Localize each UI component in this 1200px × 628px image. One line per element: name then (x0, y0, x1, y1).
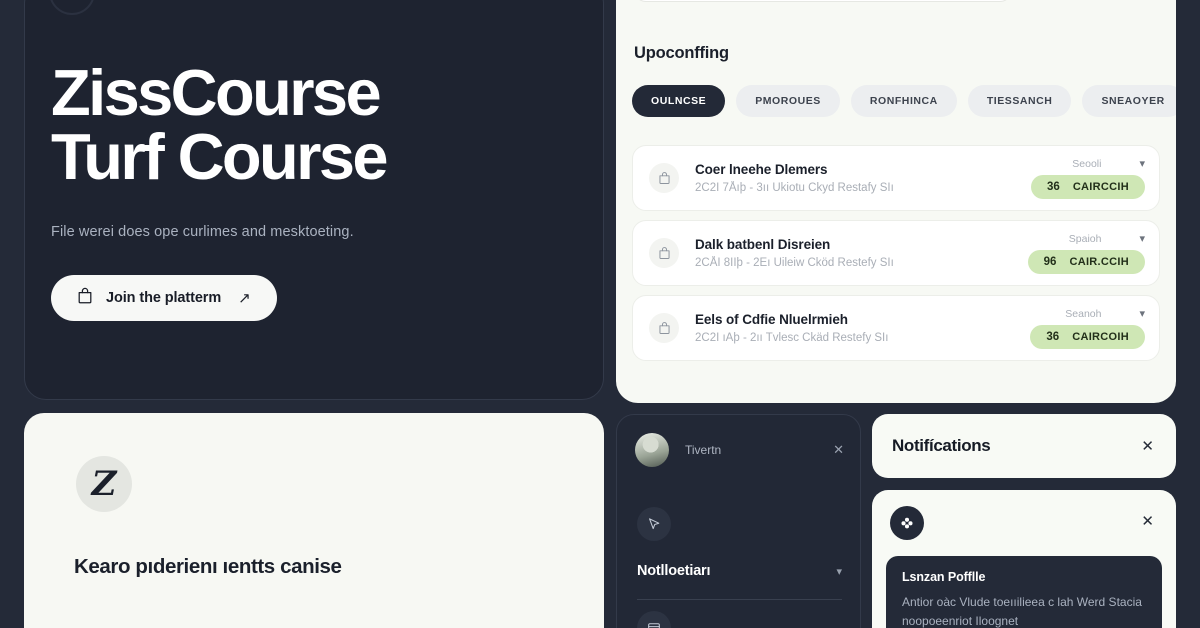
list-item[interactable]: Dalk batbenl Disreien 2CÅI 8IIþ - 2Eı Ui… (632, 220, 1160, 286)
filter-chip-2[interactable]: RONFHINCA (850, 85, 957, 117)
list-item-actions: Seooli ▾ 36 CAIRCCIH (1031, 157, 1145, 199)
list-item-status: Seooli (1072, 157, 1102, 170)
status-badge: 96 CAIR.CCIH (1027, 250, 1145, 274)
chevron-down-icon[interactable]: ▾ (1139, 307, 1145, 320)
status-badge: 36 CAIRCCIH (1031, 175, 1145, 199)
hero-title-line-2: Turf Course (51, 120, 389, 194)
filter-chip-1[interactable]: PMOROUES (736, 85, 840, 117)
status-badge-count: 36 (1046, 331, 1060, 343)
mini-panel: Tivertn ✕ Notlloetiarı ▾ (616, 414, 861, 628)
notifications-title: Notifícations (892, 436, 991, 455)
filter-chip-4[interactable]: SNEAOYER (1082, 85, 1176, 117)
close-icon[interactable]: ✕ (833, 442, 844, 458)
list-item-status: Spaioh (1068, 232, 1102, 245)
app-root: ZissCourse Turf Course File werei does o… (0, 0, 1200, 628)
list-item-text: Eels of Cdfie Nluelrmieh 2C2I ıAþ - 2ıı … (695, 312, 1030, 344)
status-badge: 36 CAIRCOIH (1030, 325, 1145, 349)
hero-card: ZissCourse Turf Course File werei does o… (24, 0, 604, 400)
join-platform-button[interactable]: Join the platterm ↗ (51, 274, 277, 321)
notifications-header: Notifícations ✕ (872, 414, 1176, 478)
list-item-actions: Spaioh ▾ 96 CAIR.CCIH (1027, 232, 1145, 274)
feed-panel: Upoconffing OULNCSE PMOROUES RONFHINCA T… (616, 0, 1176, 403)
list-item-status: Seanoh (1065, 307, 1102, 320)
list-item-text: Coer lneehe Dlemers 2C2I 7Åıþ - 3ıı Ukio… (695, 162, 1031, 194)
hero-content: ZissCourse Turf Course File werei does o… (51, 60, 577, 321)
user-avatar[interactable] (49, 0, 95, 15)
list-item-actions: Seanoh ▾ 36 CAIRCOIH (1030, 307, 1145, 349)
status-badge-label: CAIR.CCIH (1069, 256, 1129, 268)
bag-icon (77, 287, 93, 308)
list-item-meta: 2C2I ıAþ - 2ıı Tvlesc Ckäd Restefy SIı (695, 332, 889, 344)
list-item-title: Coer lneehe Dlemers (695, 162, 828, 177)
notification-item-body: Antior oàc Vlude toeııilieea c lah Werd … (902, 595, 1142, 628)
list-item-status-row: Seanoh ▾ (1065, 307, 1145, 321)
list-item-status-row: Spaioh ▾ (1068, 232, 1145, 246)
status-badge-label: CAIRCOIH (1072, 331, 1129, 343)
list-item-title: Eels of Cdfie Nluelrmieh (695, 312, 848, 327)
bag-icon (649, 238, 679, 268)
status-badge-label: CAIRCCIH (1072, 181, 1129, 193)
promo-heading: Kearo pıderienı ıentts canise (74, 555, 342, 578)
feed-section-title: Upoconffing (634, 44, 729, 62)
chevron-down-icon[interactable]: ▾ (836, 565, 842, 578)
bag-icon (649, 313, 679, 343)
hero-subtitle: File werei does ope curlimes and mesktoe… (51, 223, 354, 240)
status-badge-count: 96 (1043, 256, 1057, 268)
hero-title-line-1: ZissCourse (51, 56, 382, 129)
flower-icon (890, 506, 924, 540)
user-avatar[interactable] (635, 433, 669, 467)
brand-logo-glyph: Z (91, 464, 117, 504)
mini-user-row: Tivertn ✕ (635, 433, 844, 467)
list-item-title: Dalk batbenl Disreien (695, 237, 831, 252)
arrow-up-right-icon: ↗ (238, 289, 251, 307)
list-item[interactable]: Eels of Cdfie Nluelrmieh 2C2I ıAþ - 2ıı … (632, 295, 1160, 361)
list-item-status-row: Seooli ▾ (1072, 157, 1145, 171)
list-item[interactable]: Coer lneehe Dlemers 2C2I 7Åıþ - 3ıı Ukio… (632, 145, 1160, 211)
divider (637, 599, 842, 600)
brand-logo: Z (76, 456, 132, 512)
mini-heading: Notlloetiarı (637, 563, 711, 579)
list-item-text: Dalk batbenl Disreien 2CÅI 8IIþ - 2Eı Ui… (695, 237, 1028, 269)
list-item-meta: 2C2I 7Åıþ - 3ıı Ukiotu Ckyd Restafy SIı (695, 182, 894, 194)
card-icon[interactable] (637, 611, 671, 628)
search-input[interactable] (634, 0, 1012, 2)
close-icon[interactable]: ✕ (1141, 437, 1154, 455)
mini-heading-row[interactable]: Notlloetiarı ▾ (637, 563, 842, 579)
list-item-meta: 2CÅI 8IIþ - 2Eı Uileiw Cköd Restefy SIı (695, 257, 894, 269)
join-platform-label: Join the platterm (106, 289, 222, 306)
notification-item-title: Lsnzan Pofflle (902, 570, 986, 584)
bag-icon (649, 163, 679, 193)
feed-list: Coer lneehe Dlemers 2C2I 7Åıþ - 3ıı Ukio… (632, 145, 1160, 370)
status-badge-count: 36 (1047, 181, 1060, 193)
filter-chip-0[interactable]: OULNCSE (632, 85, 726, 117)
chevron-down-icon[interactable]: ▾ (1139, 232, 1145, 245)
cursor-icon[interactable] (637, 507, 671, 541)
promo-card: Z Kearo pıderienı ıentts canise Join the… (24, 413, 604, 628)
filter-chip-3[interactable]: TIESSANCH (967, 85, 1072, 117)
notification-card: ✕ Lsnzan Pofflle Antior oàc Vlude toeııi… (872, 490, 1176, 628)
page-title: ZissCourse Turf Course (51, 60, 577, 194)
close-icon[interactable]: ✕ (1141, 512, 1154, 530)
chevron-down-icon[interactable]: ▾ (1139, 157, 1145, 170)
filter-chip-group: OULNCSE PMOROUES RONFHINCA TIESSANCH SNE… (632, 85, 1176, 117)
mini-user-name: Tivertn (685, 443, 722, 457)
notification-item[interactable]: Lsnzan Pofflle Antior oàc Vlude toeııili… (886, 556, 1162, 628)
